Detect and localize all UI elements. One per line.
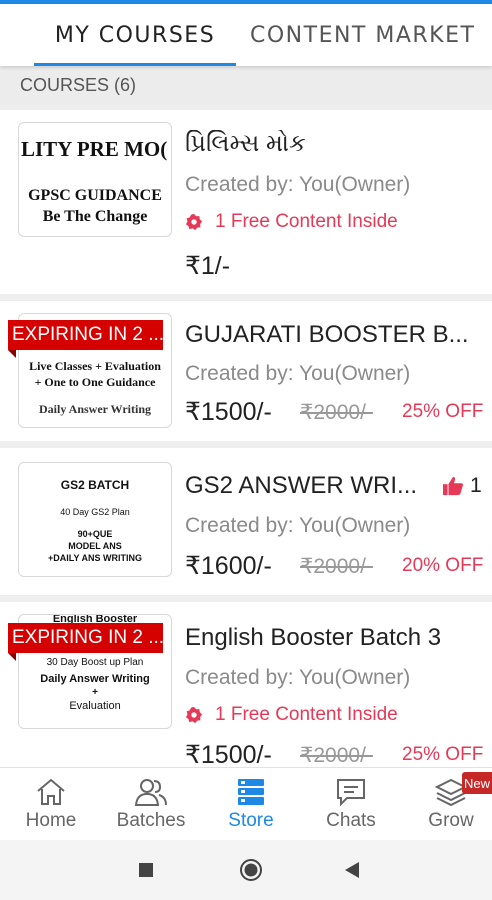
- free-content-label: 1 Free Content Inside: [185, 211, 398, 233]
- thumbnail-text: Be The Change: [42, 208, 148, 225]
- nav-home-label: Home: [25, 810, 77, 831]
- thumbnail-text: Daily Answer Writing: [38, 402, 151, 416]
- course-thumbnail: GS2 BATCH 40 Day GS2 Plan 90+QUE MODEL A…: [18, 462, 172, 577]
- thumbnail-text: GPSC GUIDANCE: [28, 187, 162, 204]
- nav-grow-label: Grow: [428, 810, 474, 831]
- thumbnail-text: Live Classes + Evaluation: [29, 359, 161, 373]
- nav-home[interactable]: Home: [2, 768, 100, 841]
- course-title: GUJARATI BOOSTER B...: [185, 321, 469, 348]
- nav-batches[interactable]: Batches: [102, 768, 200, 841]
- course-title: English Booster Batch 3: [185, 624, 442, 651]
- tab-content-market[interactable]: CONTENT MARKET: [250, 4, 475, 66]
- free-content-label: 1 Free Content Inside: [185, 704, 398, 726]
- free-content-icon: [185, 706, 203, 724]
- thumbnail-text: 40 Day GS2 Plan: [60, 507, 130, 517]
- course-title: GS2 ANSWER WRI...: [185, 472, 418, 499]
- thumbnail-text: +: [92, 687, 98, 698]
- thumbnail-text: LITY PRE MO(: [21, 137, 168, 161]
- discount-label: 20% OFF: [402, 555, 484, 576]
- discount-label: 25% OFF: [402, 401, 484, 422]
- course-creator: Created by: You(Owner): [185, 666, 411, 689]
- course-price: ₹1500/-: [185, 398, 272, 426]
- original-price: ₹2000/-: [300, 555, 373, 578]
- thumbnail-text: 90+QUE: [77, 529, 113, 539]
- course-title: પ્રિલિમ્સ મોક: [185, 130, 306, 157]
- thumbnail-text: MODEL ANS: [68, 541, 122, 551]
- free-content-text: 1 Free Content Inside: [215, 704, 398, 725]
- free-content-text: 1 Free Content Inside: [215, 211, 398, 232]
- nav-chats-label: Chats: [326, 810, 376, 831]
- likes-count[interactable]: 1: [442, 474, 482, 498]
- thumbnail-text: +DAILY ANS WRITING: [48, 553, 142, 563]
- expiring-ribbon: EXPIRING IN 2 ...: [8, 320, 163, 350]
- thumbnail-text: Daily Answer Writing: [40, 673, 150, 685]
- system-navigation-bar: [0, 840, 492, 900]
- course-card[interactable]: GS2 BATCH 40 Day GS2 Plan 90+QUE MODEL A…: [0, 448, 492, 595]
- thumbs-up-icon: [443, 476, 463, 496]
- thumbnail-text: + One to One Guidance: [34, 375, 156, 389]
- course-thumbnail: LITY PRE MO( GPSC GUIDANCE Be The Change: [18, 122, 172, 237]
- batches-icon: [134, 779, 167, 806]
- home-button-icon[interactable]: [239, 858, 263, 882]
- original-price: ₹2000/-: [300, 401, 373, 424]
- expiring-ribbon: EXPIRING IN 2 ...: [8, 623, 163, 653]
- thumbnail-text: 30 Day Boost up Plan: [46, 657, 144, 668]
- course-price: ₹1500/-: [185, 741, 272, 767]
- ribbon-fold: [8, 350, 16, 358]
- back-button-icon[interactable]: [344, 861, 360, 879]
- course-card[interactable]: English Booster 30 Day Boost up Plan Dai…: [0, 602, 492, 767]
- likes-number: 1: [470, 474, 482, 497]
- courses-count-header: COURSES (6): [0, 66, 492, 104]
- course-creator: Created by: You(Owner): [185, 173, 411, 196]
- bottom-navigation: Home Batches Store Chats Grow New: [0, 767, 492, 840]
- nav-chats[interactable]: Chats: [302, 768, 400, 841]
- nav-store-label: Store: [228, 810, 274, 831]
- course-price: ₹1/-: [185, 252, 231, 280]
- store-icon: [238, 779, 264, 805]
- home-icon: [37, 778, 65, 805]
- course-list[interactable]: LITY PRE MO( GPSC GUIDANCE Be The Change…: [0, 104, 492, 767]
- thumbnail-text: Evaluation: [69, 700, 121, 712]
- discount-label: 25% OFF: [402, 744, 484, 765]
- original-price: ₹2000/-: [300, 744, 373, 767]
- thumbnail-text: GS2 BATCH: [60, 478, 130, 492]
- ribbon-fold: [8, 653, 16, 661]
- tab-bar: MY COURSES CONTENT MARKET: [0, 4, 492, 66]
- recents-button-icon[interactable]: [138, 862, 154, 878]
- tab-active-indicator: [34, 63, 236, 66]
- new-badge: New: [462, 772, 492, 794]
- free-content-icon: [185, 213, 203, 231]
- chats-icon: [337, 779, 365, 806]
- course-creator: Created by: You(Owner): [185, 362, 411, 385]
- course-creator: Created by: You(Owner): [185, 514, 411, 537]
- course-card[interactable]: Live Classes + Evaluation + One to One G…: [0, 301, 492, 441]
- nav-store[interactable]: Store: [202, 768, 300, 841]
- tab-my-courses[interactable]: MY COURSES: [34, 4, 236, 66]
- nav-batches-label: Batches: [116, 810, 186, 831]
- course-card[interactable]: LITY PRE MO( GPSC GUIDANCE Be The Change…: [0, 110, 492, 294]
- course-price: ₹1600/-: [185, 552, 272, 580]
